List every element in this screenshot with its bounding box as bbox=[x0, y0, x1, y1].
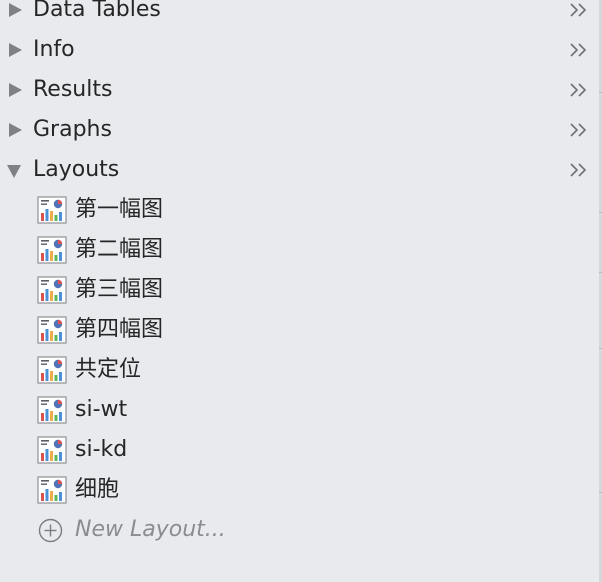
section-label: Data Tables bbox=[33, 0, 161, 22]
new-layout-label: New Layout... bbox=[75, 517, 226, 542]
layout-sheet-icon bbox=[37, 356, 67, 384]
chevron-double-right-icon[interactable] bbox=[569, 121, 588, 139]
layout-item[interactable]: 第一幅图 bbox=[0, 190, 598, 230]
chevron-double-right-icon[interactable] bbox=[569, 81, 588, 99]
layout-item[interactable]: 第二幅图 bbox=[0, 230, 598, 270]
chevron-double-right-icon[interactable] bbox=[569, 161, 588, 179]
triangle-right-icon[interactable] bbox=[9, 123, 22, 137]
layout-sheet-icon bbox=[37, 436, 67, 464]
navigator-panel: Data Tables Info Results Graphs Layouts bbox=[0, 0, 602, 582]
section-layouts[interactable]: Layouts bbox=[0, 150, 598, 190]
circle-plus-icon bbox=[38, 518, 63, 543]
layout-item-label: 第一幅图 bbox=[75, 197, 164, 222]
section-label: Layouts bbox=[33, 157, 120, 182]
layout-item-label: 第三幅图 bbox=[75, 277, 164, 302]
layout-item[interactable]: 细胞 bbox=[0, 470, 598, 510]
layout-item[interactable]: si-kd bbox=[0, 430, 598, 470]
section-label: Graphs bbox=[33, 117, 112, 142]
layout-sheet-icon bbox=[37, 196, 67, 224]
layout-sheet-icon bbox=[37, 236, 67, 264]
layout-sheet-icon bbox=[37, 396, 67, 424]
layout-item-label: 细胞 bbox=[75, 477, 120, 502]
layout-item[interactable]: 共定位 bbox=[0, 350, 598, 390]
new-layout-button[interactable]: New Layout... bbox=[0, 510, 598, 550]
triangle-right-icon[interactable] bbox=[9, 83, 22, 97]
layout-item-label: 共定位 bbox=[75, 357, 142, 382]
layout-item-label: si-kd bbox=[75, 437, 128, 462]
section-label: Results bbox=[33, 77, 113, 102]
layout-item[interactable]: si-wt bbox=[0, 390, 598, 430]
layout-sheet-icon bbox=[37, 476, 67, 504]
section-label: Info bbox=[33, 37, 75, 62]
triangle-right-icon[interactable] bbox=[9, 3, 22, 17]
triangle-down-icon[interactable] bbox=[7, 165, 21, 178]
section-info[interactable]: Info bbox=[0, 30, 598, 70]
layout-item[interactable]: 第四幅图 bbox=[0, 310, 598, 350]
chevron-double-right-icon[interactable] bbox=[569, 41, 588, 59]
layout-item-label: 第二幅图 bbox=[75, 237, 164, 262]
layout-sheet-icon bbox=[37, 316, 67, 344]
section-results[interactable]: Results bbox=[0, 70, 598, 110]
layout-sheet-icon bbox=[37, 276, 67, 304]
chevron-double-right-icon[interactable] bbox=[569, 1, 588, 19]
layout-item-label: si-wt bbox=[75, 397, 128, 422]
section-graphs[interactable]: Graphs bbox=[0, 110, 598, 150]
layout-item[interactable]: 第三幅图 bbox=[0, 270, 598, 310]
triangle-right-icon[interactable] bbox=[9, 43, 22, 57]
section-data-tables[interactable]: Data Tables bbox=[0, 0, 598, 30]
layout-item-label: 第四幅图 bbox=[75, 317, 164, 342]
